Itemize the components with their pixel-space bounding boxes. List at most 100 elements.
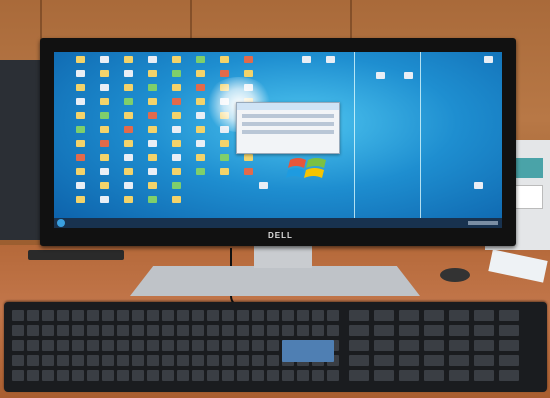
start-button[interactable] [57, 219, 65, 227]
desktop-icon[interactable] [76, 126, 85, 133]
desktop-icon[interactable] [148, 112, 157, 119]
desktop-icon[interactable] [326, 56, 335, 63]
desktop-icon[interactable] [148, 140, 157, 147]
dialog-window[interactable] [236, 102, 340, 154]
desktop-icon[interactable] [76, 140, 85, 147]
keyboard-key [282, 325, 294, 336]
desktop-icon[interactable] [196, 126, 205, 133]
desktop-icon[interactable] [376, 72, 385, 79]
desktop-icon[interactable] [244, 154, 253, 161]
desktop-icon[interactable] [172, 70, 181, 77]
desktop-icon[interactable] [148, 98, 157, 105]
desktop-icon[interactable] [244, 70, 253, 77]
desktop-icon[interactable] [172, 84, 181, 91]
desktop-icon[interactable] [220, 70, 229, 77]
desktop-icon[interactable] [474, 182, 483, 189]
desktop-icon[interactable] [76, 56, 85, 63]
desktop-icon[interactable] [172, 140, 181, 147]
desktop-icon[interactable] [196, 168, 205, 175]
desktop-icon[interactable] [172, 126, 181, 133]
desktop-icon[interactable] [100, 84, 109, 91]
desktop-icon[interactable] [124, 70, 133, 77]
keyboard-key [207, 340, 219, 351]
keyboard-key [499, 310, 519, 321]
desktop-icon[interactable] [172, 154, 181, 161]
desktop-icon[interactable] [172, 56, 181, 63]
desktop-icon[interactable] [220, 154, 229, 161]
desktop-icon[interactable] [196, 56, 205, 63]
keyboard-key [267, 310, 279, 321]
desktop-icon[interactable] [148, 154, 157, 161]
system-tray[interactable] [468, 221, 498, 225]
keyboard-key [57, 340, 69, 351]
desktop-icon[interactable] [124, 154, 133, 161]
desktop-icon[interactable] [484, 56, 493, 63]
desktop-icon[interactable] [124, 126, 133, 133]
desktop-icon[interactable] [76, 168, 85, 175]
desktop-icon[interactable] [100, 154, 109, 161]
desktop-icon[interactable] [100, 70, 109, 77]
desktop-icon[interactable] [100, 182, 109, 189]
desktop-icon[interactable] [124, 140, 133, 147]
desktop-icon[interactable] [196, 70, 205, 77]
desktop-icon[interactable] [100, 196, 109, 203]
keyboard-key [72, 310, 84, 321]
keyboard-key [374, 370, 394, 381]
keyboard-key [132, 310, 144, 321]
desktop-icon[interactable] [220, 56, 229, 63]
desktop-icon[interactable] [196, 154, 205, 161]
desktop-icon[interactable] [76, 70, 85, 77]
desktop-icon[interactable] [196, 84, 205, 91]
desktop-icon[interactable] [76, 182, 85, 189]
desktop-icon[interactable] [172, 98, 181, 105]
desktop-icon[interactable] [100, 98, 109, 105]
desktop-icon[interactable] [76, 154, 85, 161]
keyboard-key [192, 370, 204, 381]
desktop-icon[interactable] [124, 98, 133, 105]
desktop-icon[interactable] [76, 84, 85, 91]
desktop-icon[interactable] [124, 182, 133, 189]
keyboard-key [349, 325, 369, 336]
desktop-icon[interactable] [148, 168, 157, 175]
keyboard-key [207, 310, 219, 321]
desktop-icon[interactable] [148, 84, 157, 91]
desktop-icon[interactable] [404, 72, 413, 79]
desktop-icon[interactable] [124, 56, 133, 63]
desktop-icon[interactable] [148, 196, 157, 203]
desktop-icon[interactable] [148, 182, 157, 189]
desktop-icon[interactable] [196, 112, 205, 119]
keyboard-key [42, 370, 54, 381]
screen-line-artifact [420, 52, 421, 228]
desktop-icon[interactable] [100, 126, 109, 133]
desktop-icon[interactable] [76, 196, 85, 203]
desktop-icon[interactable] [100, 112, 109, 119]
desktop-icon[interactable] [124, 84, 133, 91]
desktop-icon[interactable] [220, 168, 229, 175]
keyboard-key [27, 325, 39, 336]
desktop-icon[interactable] [124, 112, 133, 119]
desktop-icon[interactable] [172, 168, 181, 175]
desktop-icon[interactable] [76, 98, 85, 105]
keyboard-key [42, 310, 54, 321]
desktop-icon[interactable] [196, 140, 205, 147]
desktop-icon[interactable] [220, 140, 229, 147]
keyboard-key [222, 325, 234, 336]
desktop-icon[interactable] [148, 126, 157, 133]
keyboard-key [252, 325, 264, 336]
desktop-icon[interactable] [76, 112, 85, 119]
desktop-icon[interactable] [259, 182, 268, 189]
desktop-icon[interactable] [124, 196, 133, 203]
desktop-icon[interactable] [124, 168, 133, 175]
desktop-icon[interactable] [172, 112, 181, 119]
desktop-icon[interactable] [244, 56, 253, 63]
desktop-icon[interactable] [100, 140, 109, 147]
desktop-icon[interactable] [172, 196, 181, 203]
desktop-icon[interactable] [302, 56, 311, 63]
keyboard-key [42, 340, 54, 351]
desktop-icon[interactable] [100, 168, 109, 175]
desktop-icon[interactable] [172, 182, 181, 189]
desktop-icon[interactable] [148, 70, 157, 77]
desktop-icon[interactable] [244, 168, 253, 175]
desktop-icon[interactable] [148, 56, 157, 63]
desktop-icon[interactable] [100, 56, 109, 63]
